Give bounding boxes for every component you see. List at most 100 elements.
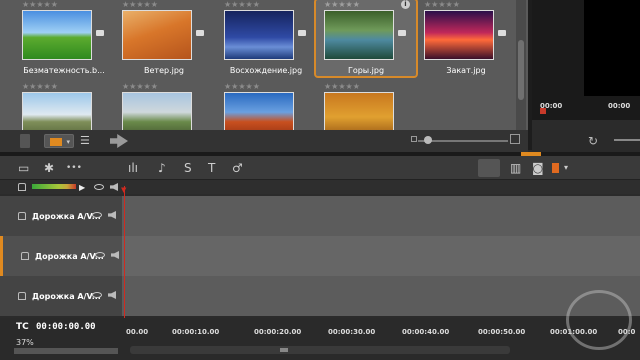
thumbnail[interactable] <box>22 10 92 60</box>
play-icon[interactable]: ▶ <box>79 183 85 192</box>
rating-stars[interactable]: ★★★★★ <box>122 82 158 91</box>
speaker-icon[interactable] <box>108 211 116 219</box>
preview-ruler[interactable]: 00:00 00:00 <box>532 100 640 116</box>
more-options-icon[interactable]: ••• <box>66 161 82 175</box>
folder-icon <box>298 30 306 36</box>
track-name: Дорожка A/V... <box>35 252 104 261</box>
thumbnail-small-icon[interactable] <box>411 136 417 142</box>
microphone-icon[interactable]: ♂ <box>232 161 243 175</box>
lock-icon[interactable] <box>18 292 26 300</box>
add-to-project-icon[interactable] <box>110 134 128 148</box>
timecode-label: TC <box>16 322 29 332</box>
library-item[interactable]: ★★★★★ Закат.jpg <box>416 0 516 76</box>
ruler-tick-label: 00:00:40.00 <box>402 328 450 336</box>
thumbnail[interactable] <box>324 10 394 60</box>
library-toolbar: ▾ ☰ <box>0 130 528 152</box>
rating-stars[interactable]: ★★★★★ <box>424 0 460 9</box>
zoom-percent: 37% <box>16 338 34 347</box>
folder-icon <box>398 30 406 36</box>
chevron-down-icon[interactable]: ▾ <box>564 161 568 175</box>
timeline-track[interactable]: Дорожка A/V... <box>0 196 640 236</box>
track-lane[interactable] <box>122 276 640 316</box>
ruler-tick-label: 00:00:30.00 <box>328 328 376 336</box>
gear-icon[interactable]: ✱ <box>44 161 54 175</box>
audio-level-meter <box>32 184 76 189</box>
lock-icon[interactable] <box>18 183 26 191</box>
storyboard-toggle[interactable] <box>478 159 500 177</box>
timeline-track[interactable]: Дорожка A/V... <box>0 276 640 316</box>
library-scrollbar[interactable] <box>516 0 526 130</box>
thumbnail[interactable] <box>122 10 192 60</box>
grid-view-button[interactable]: ▾ <box>44 134 74 148</box>
ruler-tick-label: 00:00:20.00 <box>254 328 302 336</box>
thumbnail[interactable] <box>424 10 494 60</box>
eye-icon[interactable] <box>92 212 102 218</box>
rating-stars[interactable]: ★★★★★ <box>224 82 260 91</box>
marker-flag-icon[interactable] <box>552 163 559 173</box>
folder-icon <box>498 30 506 36</box>
rating-stars[interactable]: ★★★★★ <box>224 0 260 9</box>
timecode-value[interactable]: 00:00:00.00 <box>36 322 96 332</box>
track-lane[interactable] <box>122 236 640 276</box>
title-icon[interactable]: T <box>208 161 215 175</box>
timeline-zoom-slider[interactable] <box>14 348 118 354</box>
folder-icon <box>96 30 104 36</box>
speaker-icon[interactable] <box>111 251 119 259</box>
scrollbar-grip[interactable] <box>280 348 288 352</box>
rating-stars[interactable]: ★★★★★ <box>324 82 360 91</box>
track-header[interactable]: Дорожка A/V... <box>0 196 122 236</box>
item-caption: Безматежность.b... <box>23 66 105 75</box>
lock-icon[interactable] <box>18 212 26 220</box>
library-item[interactable]: ★★★★★ Безматежность.b... <box>14 0 114 76</box>
scrollbar-thumb[interactable] <box>518 40 524 100</box>
lock-icon[interactable] <box>21 252 29 260</box>
rating-stars[interactable]: ★★★★★ <box>22 0 58 9</box>
timeline-toolbar: ▭ ✱ ••• ılı ♪ S T ♂ ▥ ◙ ▾ <box>0 156 640 180</box>
audio-mixer-icon[interactable]: ılı <box>128 161 138 175</box>
rating-stars[interactable]: ★★★★★ <box>324 0 360 9</box>
track-lane[interactable] <box>122 196 640 236</box>
track-header[interactable]: Дорожка A/V... <box>0 276 122 316</box>
music-icon[interactable]: ♪ <box>158 161 166 175</box>
rating-stars[interactable]: ★★★★★ <box>22 82 58 91</box>
folder-icon <box>196 30 204 36</box>
eye-icon[interactable] <box>94 184 104 190</box>
slider-knob[interactable] <box>424 136 432 144</box>
list-view-icon[interactable]: ☰ <box>80 134 98 148</box>
item-caption: Восхождение.jpg <box>229 66 303 75</box>
item-caption: Ветер.jpg <box>144 66 184 75</box>
library-item[interactable]: ★★★★★ Восхождение.jpg <box>216 0 316 76</box>
split-icon[interactable]: S <box>184 161 192 175</box>
rating-stars[interactable]: ★★★★★ <box>122 0 158 9</box>
playhead-line[interactable] <box>124 186 125 322</box>
library-item[interactable]: ★★★★★ Ветер.jpg <box>114 0 214 76</box>
snapshot-icon[interactable]: ◙ <box>532 161 544 175</box>
library-item-selected[interactable]: ★★★★★ i Горы.jpg <box>314 0 418 78</box>
loop-icon[interactable]: ↻ <box>588 134 598 148</box>
item-caption: Горы.jpg <box>347 66 385 75</box>
library-panel: ★★★★★ Безматежность.b... ★★★★★ Ветер.jpg… <box>0 0 528 142</box>
eye-icon[interactable] <box>92 292 102 298</box>
trash-icon[interactable]: ▥ <box>510 161 521 175</box>
thumbnail[interactable] <box>224 10 294 60</box>
timeline-scrollbar[interactable] <box>130 346 510 354</box>
timeline-ruler[interactable]: 00.00 00:00:10.00 00:00:20.00 00:00:30.0… <box>122 324 640 342</box>
volume-slider[interactable] <box>614 139 640 141</box>
info-icon[interactable]: i <box>401 0 410 9</box>
monitor-icon[interactable]: ▭ <box>18 161 29 175</box>
ruler-tick-label: 00.00 <box>126 328 149 336</box>
trash-icon[interactable] <box>20 134 30 148</box>
track-name: Дорожка A/V... <box>32 212 101 221</box>
grid-icon <box>50 138 62 146</box>
item-caption: Закат.jpg <box>446 66 486 75</box>
track-header[interactable]: Дорожка A/V... <box>0 236 122 276</box>
eye-icon[interactable] <box>95 252 105 258</box>
timeline-track-active[interactable]: Дорожка A/V... <box>0 236 640 276</box>
chevron-down-icon: ▾ <box>66 138 70 146</box>
thumbnail-large-icon[interactable] <box>510 134 520 144</box>
ruler-tick-label: 00:00:10.00 <box>172 328 220 336</box>
player-controls: ↻ <box>532 130 640 152</box>
ruler-tick-label: 00:00:50.00 <box>478 328 526 336</box>
preview-marker[interactable] <box>540 108 546 114</box>
speaker-icon[interactable] <box>108 291 116 299</box>
